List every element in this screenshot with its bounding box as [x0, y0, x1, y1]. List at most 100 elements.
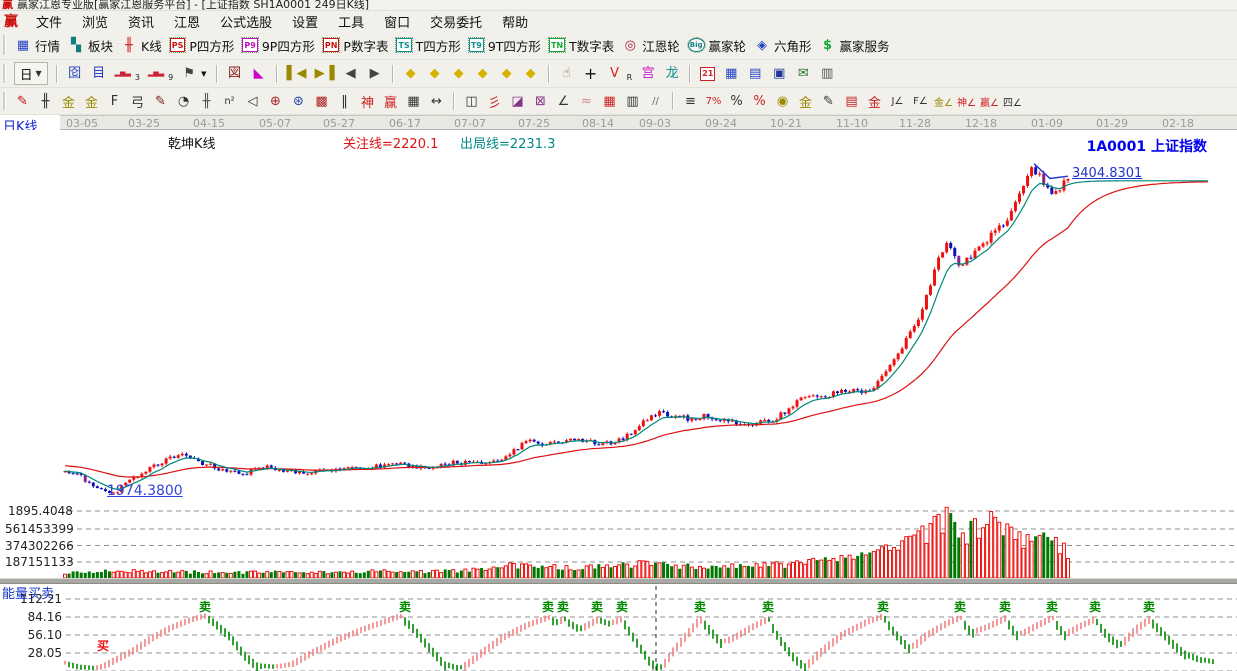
t-square-button[interactable]: TST四方形 [396, 36, 460, 55]
menu-item-3[interactable]: 资讯 [118, 11, 164, 31]
winner-wheel-button[interactable]: Big赢家轮 [688, 36, 746, 55]
diamond-expand-button[interactable]: ◆ [451, 66, 467, 82]
four-angle-button[interactable]: 四∠ [1002, 91, 1023, 111]
pause-quote-button[interactable]: ‖ [334, 91, 355, 111]
diamond-left-button[interactable]: ◆ [403, 66, 419, 82]
compass-button[interactable]: ⊕ [265, 91, 286, 111]
starburst-button[interactable]: ⊛ [288, 91, 309, 111]
t-table-button[interactable]: TNT数字表 [549, 36, 614, 55]
pct-button[interactable]: % [726, 91, 747, 111]
crosshair-button[interactable]: + [583, 66, 599, 82]
gann-wheel-button[interactable]: ◎江恩轮 [622, 36, 680, 55]
menu-item-10[interactable]: 帮助 [492, 11, 538, 31]
angle-button[interactable]: ∠ [553, 91, 574, 111]
fan-button[interactable]: 彡 [484, 91, 505, 111]
pen-button[interactable]: ✎ [12, 91, 33, 111]
toolbar-grip[interactable] [3, 64, 6, 83]
diamond-right-button[interactable]: ◆ [427, 66, 443, 82]
f-angle-button[interactable]: F∠ [910, 91, 931, 111]
clock-line-button[interactable]: ◔ [173, 91, 194, 111]
ma3-button[interactable]: ▂▅▃3 [115, 66, 140, 82]
ma9-button[interactable]: ▂▅▃9 [148, 66, 173, 82]
grid-red-button[interactable]: ▦ [599, 91, 620, 111]
menu-item-6[interactable]: 设置 [282, 11, 328, 31]
pen-red-button[interactable]: ✎ [150, 91, 171, 111]
peak-price-label[interactable]: 3404.8301 [1072, 166, 1142, 181]
quotes-button[interactable]: ▦行情 [15, 36, 60, 55]
web-button[interactable]: ▩ [311, 91, 332, 111]
meter-button[interactable]: ≡ [680, 91, 701, 111]
send-mail-button[interactable]: ✉ [795, 66, 811, 82]
menu-item-4[interactable]: 江恩 [164, 11, 210, 31]
last-bar-button[interactable]: ▶▐ [315, 66, 335, 82]
slashes-button[interactable]: // [645, 91, 666, 111]
services-button[interactable]: $赢家服务 [820, 36, 890, 55]
gold-red-button[interactable]: 金 [864, 91, 885, 111]
shen-button[interactable]: 神 [357, 91, 378, 111]
hexagon-button[interactable]: ◈六角形 [754, 36, 812, 55]
ying-button[interactable]: 赢 [380, 91, 401, 111]
gold-gate2-button[interactable]: 金 [81, 91, 102, 111]
first-bar-button[interactable]: ▌◀ [287, 66, 307, 82]
spiral-button[interactable]: 弓 [127, 91, 148, 111]
fan-box-button[interactable]: ◪ [507, 91, 528, 111]
chart-area[interactable]: 卖卖卖卖卖卖卖卖卖卖卖卖卖卖买 乾坤K线 关注线=2220.1 出局线=2231… [0, 130, 1237, 671]
pct-red-button[interactable]: % [749, 91, 770, 111]
menu-item-9[interactable]: 交易委托 [420, 11, 492, 31]
diamond-updown-button[interactable]: ◆ [499, 66, 515, 82]
color-chart-button[interactable]: ◣ [251, 66, 267, 82]
gift-button[interactable]: 宫 [640, 66, 656, 82]
menu-item-7[interactable]: 工具 [328, 11, 374, 31]
print-button[interactable]: ▥ [819, 66, 835, 82]
box-red-button[interactable]: ▤ [841, 91, 862, 111]
note-list-button[interactable]: 目 [91, 66, 107, 82]
pct-strike-button[interactable]: 7% [703, 91, 724, 111]
sail-button[interactable]: ◁ [242, 91, 263, 111]
period-day-button[interactable]: 日▼ [14, 62, 48, 85]
diamond-cross-button[interactable]: ◆ [523, 66, 539, 82]
candlestick-chart[interactable]: 卖卖卖卖卖卖卖卖卖卖卖卖卖卖买 [0, 130, 1237, 671]
gold-gate1-button[interactable]: 金 [58, 91, 79, 111]
prev-bar-button[interactable]: ◀ [343, 66, 359, 82]
box-x-button[interactable]: ⊠ [530, 91, 551, 111]
toolbar-grip[interactable] [3, 35, 6, 55]
calculator-button[interactable]: ▦ [723, 66, 739, 82]
gold-angle-button[interactable]: 金∠ [933, 91, 954, 111]
9t-square-button[interactable]: T99T四方形 [469, 36, 541, 55]
next-bar-button[interactable]: ▶ [367, 66, 383, 82]
calendar-button[interactable]: 21 [700, 67, 715, 81]
abacus-button[interactable]: ▦ [403, 91, 424, 111]
pen-one-button[interactable]: ✎ [818, 91, 839, 111]
ying-angle-button[interactable]: 赢∠ [979, 91, 1000, 111]
menu-item-5[interactable]: 公式选股 [210, 11, 282, 31]
f-line-button[interactable]: F [104, 91, 125, 111]
panel-splitter[interactable] [0, 578, 1237, 584]
gann-figure-button[interactable]: 図 [227, 66, 243, 82]
hspan-button[interactable]: ↔ [426, 91, 447, 111]
p-square-button[interactable]: PSP四方形 [170, 36, 235, 55]
measure-button[interactable]: VR [607, 66, 633, 82]
gold-circle-button[interactable]: ◉ [772, 91, 793, 111]
grid-button[interactable]: ▥ [622, 91, 643, 111]
sectors-button[interactable]: ▚板块 [68, 36, 113, 55]
n2-button[interactable]: n² [219, 91, 240, 111]
gold-box-button[interactable]: 金 [795, 91, 816, 111]
shen-angle-button[interactable]: 神∠ [956, 91, 977, 111]
menu-item-2[interactable]: 浏览 [72, 11, 118, 31]
diamond-compress-button[interactable]: ◆ [475, 66, 491, 82]
flag-button[interactable]: ⚑▼ [181, 66, 206, 82]
j-angle-button[interactable]: J∠ [887, 91, 908, 111]
dragon-button[interactable]: 龙 [664, 66, 680, 82]
fence-button[interactable]: ╫ [35, 91, 56, 111]
menu-item-8[interactable]: 窗口 [374, 11, 420, 31]
box-line-button[interactable]: ◫ [461, 91, 482, 111]
trough-price-label[interactable]: 1974.3800 [107, 483, 183, 499]
notepad-button[interactable]: ▤ [747, 66, 763, 82]
formula-button[interactable]: 囵 [67, 66, 83, 82]
menu-item-1[interactable]: 文件 [26, 11, 72, 31]
hand-button[interactable]: ☝ [559, 66, 575, 82]
kline-button[interactable]: ╫K线 [121, 36, 162, 55]
9p-square-button[interactable]: P99P四方形 [242, 36, 314, 55]
fence2-button[interactable]: ╫ [196, 91, 217, 111]
p-table-button[interactable]: PNP数字表 [323, 36, 389, 55]
